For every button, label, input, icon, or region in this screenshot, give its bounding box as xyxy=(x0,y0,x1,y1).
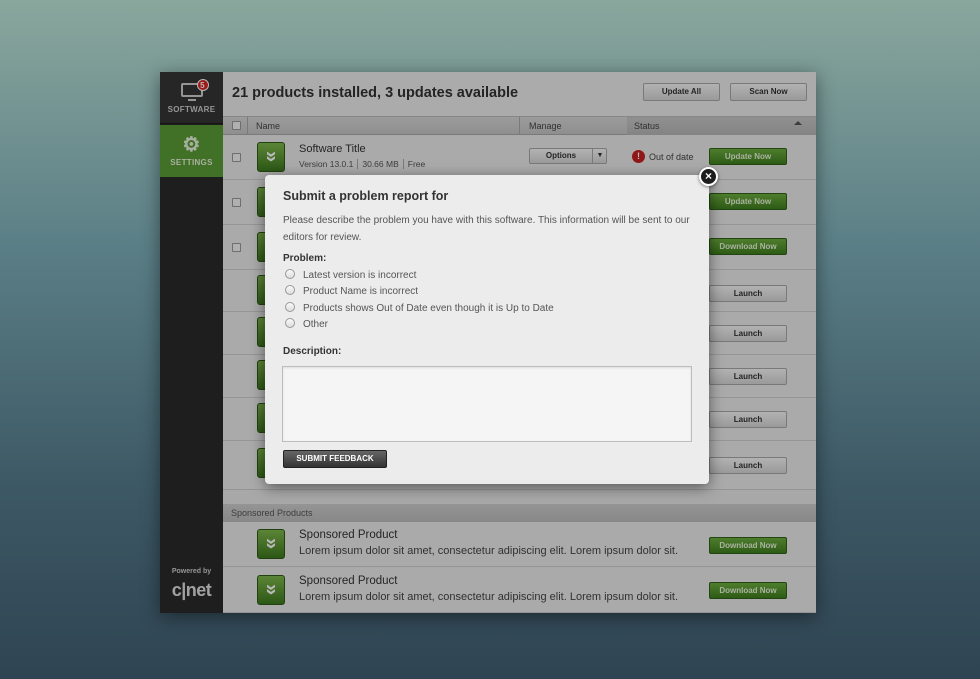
description-label: Description: xyxy=(283,346,342,357)
option-label: Other xyxy=(303,319,329,330)
description-textarea[interactable] xyxy=(282,366,692,442)
option-label: Products shows Out of Date even though i… xyxy=(303,303,554,314)
dialog-description: Please describe the problem you have wit… xyxy=(283,215,690,243)
problem-option-other[interactable]: Other xyxy=(285,318,328,330)
submit-feedback-button[interactable]: SUBMIT FEEDBACK xyxy=(283,450,387,468)
radio-button[interactable] xyxy=(285,302,295,312)
radio-button[interactable] xyxy=(285,318,295,328)
problem-label: Problem: xyxy=(283,253,327,264)
problem-option-latest-version[interactable]: Latest version is incorrect xyxy=(285,269,416,281)
problem-report-dialog: Submit a problem report for Please descr… xyxy=(265,175,709,484)
option-label: Product Name is incorrect xyxy=(303,286,419,297)
dialog-title: Submit a problem report for xyxy=(283,189,449,203)
problem-option-product-name[interactable]: Product Name is incorrect xyxy=(285,285,418,297)
radio-button[interactable] xyxy=(285,285,295,295)
problem-option-out-of-date[interactable]: Products shows Out of Date even though i… xyxy=(285,302,554,314)
close-icon[interactable]: × xyxy=(699,167,718,186)
option-label: Latest version is incorrect xyxy=(303,270,417,281)
radio-button[interactable] xyxy=(285,269,295,279)
